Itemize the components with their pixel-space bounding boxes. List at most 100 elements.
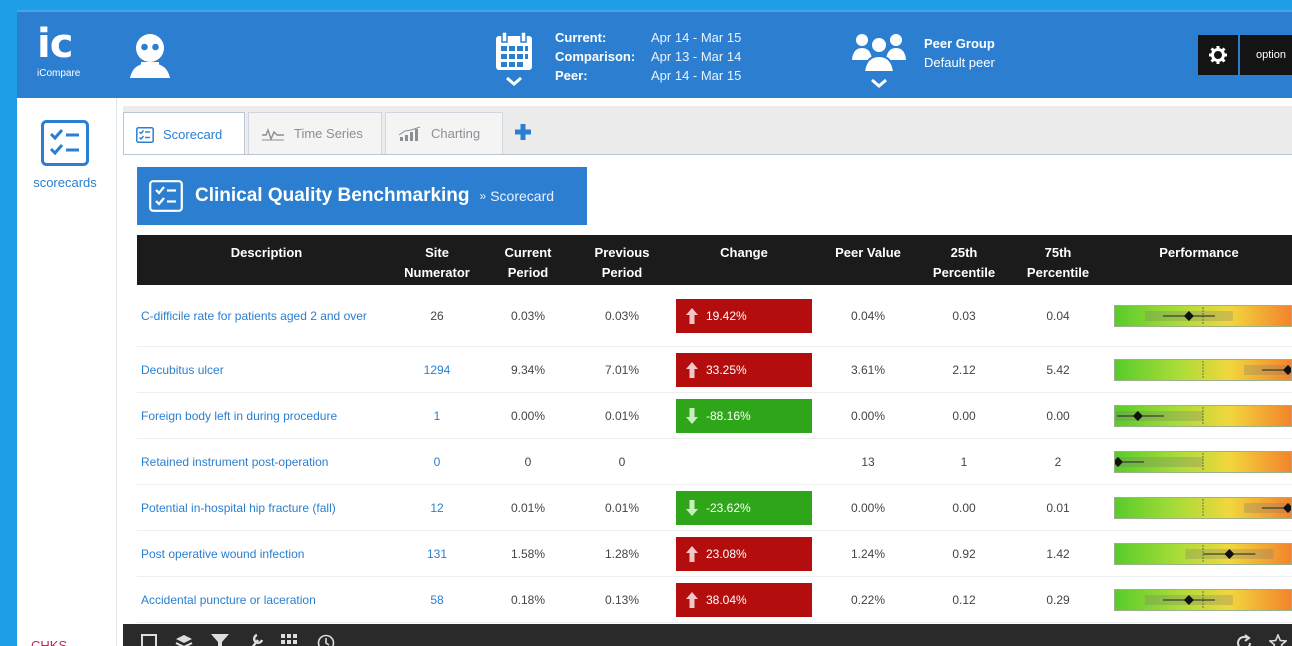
change-cell: 33.25% bbox=[670, 352, 818, 387]
logo-mark: ic bbox=[37, 21, 73, 67]
checkbox-icon[interactable] bbox=[141, 634, 157, 646]
performance-bar[interactable] bbox=[1114, 496, 1292, 519]
filter-icon[interactable] bbox=[211, 634, 229, 646]
peer-label: Peer: bbox=[555, 68, 588, 83]
col-performance[interactable]: Performance bbox=[1106, 235, 1292, 285]
performance-bar[interactable] bbox=[1114, 358, 1292, 381]
clock-icon[interactable] bbox=[317, 634, 335, 646]
p25-cell: 0.00 bbox=[952, 408, 976, 423]
tab-charting[interactable]: Charting bbox=[385, 112, 503, 154]
current-period-cell: 0 bbox=[524, 454, 532, 469]
site-numerator-value[interactable]: 58 bbox=[430, 593, 443, 607]
sidebar-item-scorecards[interactable]: scorecards bbox=[25, 120, 105, 190]
site-numerator-cell: 58 bbox=[392, 593, 482, 607]
performance-cell bbox=[1106, 450, 1292, 473]
tab-time-series[interactable]: Time Series bbox=[248, 112, 382, 154]
top-header: ic iCompare Current: Apr 14 - Mar 15 Com… bbox=[17, 10, 1292, 98]
site-numerator-value[interactable]: 1294 bbox=[424, 363, 451, 377]
change-badge: -23.62% bbox=[676, 490, 812, 525]
site-numerator-cell: 131 bbox=[392, 547, 482, 561]
arrow-up-icon bbox=[686, 307, 698, 324]
grid-icon[interactable] bbox=[281, 634, 297, 646]
user-avatar-icon[interactable] bbox=[125, 30, 175, 80]
table-row[interactable]: C-difficile rate for patients aged 2 and… bbox=[137, 285, 1292, 347]
table-row[interactable]: Foreign body left in during procedure 1 0.… bbox=[137, 393, 1292, 439]
col-current-period[interactable]: Current Period bbox=[482, 235, 574, 285]
col-75th-percentile[interactable]: 75th Percentile bbox=[1010, 235, 1106, 285]
checklist-icon bbox=[149, 180, 183, 212]
sidebar-item-label: scorecards bbox=[33, 175, 97, 190]
p75-cell: 0.04 bbox=[1046, 308, 1070, 323]
main-panel: Scorecard Time Series Charting Clinical … bbox=[123, 106, 1292, 646]
site-numerator-value[interactable]: 131 bbox=[427, 547, 447, 561]
table-row[interactable]: Potential in-hospital hip fracture (fall… bbox=[137, 485, 1292, 531]
app-logo[interactable]: ic iCompare bbox=[37, 24, 99, 79]
performance-cell bbox=[1106, 542, 1292, 565]
performance-cell bbox=[1106, 358, 1292, 381]
site-numerator-cell: 1294 bbox=[392, 363, 482, 377]
performance-bar[interactable] bbox=[1114, 304, 1292, 327]
performance-bar[interactable] bbox=[1114, 404, 1292, 427]
col-peer-value[interactable]: Peer Value bbox=[818, 235, 918, 285]
col-description[interactable]: Description bbox=[137, 235, 392, 285]
indicator-link[interactable]: Retained instrument post-operation bbox=[141, 455, 328, 469]
col-previous-period[interactable]: Previous Period bbox=[574, 235, 670, 285]
p25-cell: 2.12 bbox=[952, 362, 976, 377]
change-badge: -88.16% bbox=[676, 398, 812, 433]
peer-group-icon[interactable] bbox=[850, 30, 908, 92]
performance-cell bbox=[1106, 304, 1292, 327]
performance-marker-svg bbox=[1115, 452, 1204, 471]
table-row[interactable]: Accidental puncture or laceration 58 0.18%… bbox=[137, 577, 1292, 623]
table-row[interactable]: Post operative wound infection 131 1.58% 1.… bbox=[137, 531, 1292, 577]
performance-marker-svg bbox=[1202, 498, 1291, 517]
indicator-link[interactable]: Foreign body left in during procedure bbox=[141, 409, 337, 423]
performance-bar[interactable] bbox=[1114, 450, 1292, 473]
wrench-icon[interactable] bbox=[247, 634, 263, 646]
col-change[interactable]: Change bbox=[670, 235, 818, 285]
arrow-down-icon bbox=[686, 499, 698, 516]
performance-marker-svg bbox=[1144, 590, 1233, 609]
indicator-link[interactable]: Decubitus ulcer bbox=[141, 363, 224, 377]
arrow-up-icon bbox=[686, 545, 698, 562]
peer-group-title: Peer Group bbox=[924, 36, 995, 51]
performance-bar[interactable] bbox=[1114, 542, 1292, 565]
p25-cell: 0.92 bbox=[952, 546, 976, 561]
comparison-value: Apr 13 - Mar 14 bbox=[651, 49, 742, 64]
peer-group-info[interactable]: Peer Group Default peer bbox=[924, 34, 995, 72]
site-numerator-cell: 26 bbox=[392, 309, 482, 323]
site-numerator-value[interactable]: 12 bbox=[430, 501, 443, 515]
indicator-link[interactable]: Accidental puncture or laceration bbox=[141, 593, 316, 607]
refresh-icon[interactable] bbox=[1235, 634, 1253, 646]
breadcrumb-current[interactable]: Scorecard bbox=[490, 188, 554, 204]
options-gear-button[interactable] bbox=[1198, 35, 1238, 75]
table-row[interactable]: Retained instrument post-operation 0 0 0 13 1… bbox=[137, 439, 1292, 485]
col-25th-percentile[interactable]: 25th Percentile bbox=[918, 235, 1010, 285]
indicator-link[interactable]: Potential in-hospital hip fracture (fall… bbox=[141, 501, 336, 515]
period-summary[interactable]: Current: Apr 14 - Mar 15 Comparison: Apr… bbox=[555, 28, 741, 85]
calendar-icon[interactable] bbox=[493, 30, 535, 90]
tab-scorecard[interactable]: Scorecard bbox=[123, 112, 245, 156]
star-icon[interactable] bbox=[1269, 634, 1287, 646]
peer-value: Apr 14 - Mar 15 bbox=[651, 68, 742, 83]
table-row[interactable]: Decubitus ulcer 1294 9.34% 7.01% 33.25% 3.61%… bbox=[137, 347, 1292, 393]
performance-bar[interactable] bbox=[1114, 588, 1292, 611]
indicator-link[interactable]: Post operative wound infection bbox=[141, 547, 304, 561]
p25-cell: 0.03 bbox=[952, 308, 976, 323]
site-numerator-value[interactable]: 0 bbox=[434, 455, 441, 469]
p75-cell: 0.00 bbox=[1046, 408, 1070, 423]
performance-cell bbox=[1106, 588, 1292, 611]
previous-period-cell: 0 bbox=[618, 454, 626, 469]
comparison-label: Comparison: bbox=[555, 49, 636, 64]
options-button[interactable]: option bbox=[1240, 35, 1292, 75]
tab-label: Time Series bbox=[294, 126, 363, 141]
add-tab-plus-icon[interactable] bbox=[515, 124, 531, 140]
site-numerator-value[interactable]: 1 bbox=[434, 409, 441, 423]
col-site-numerator[interactable]: Site Numerator bbox=[392, 235, 482, 285]
breadcrumb-separator: » bbox=[479, 189, 487, 203]
description-cell: Post operative wound infection bbox=[137, 545, 392, 563]
layers-icon[interactable] bbox=[175, 634, 193, 646]
current-period-cell: 0.01% bbox=[510, 500, 546, 515]
current-period-row: Current: Apr 14 - Mar 15 bbox=[555, 28, 741, 47]
p75-cell: 1.42 bbox=[1046, 546, 1070, 561]
indicator-link[interactable]: C-difficile rate for patients aged 2 and… bbox=[141, 309, 367, 323]
